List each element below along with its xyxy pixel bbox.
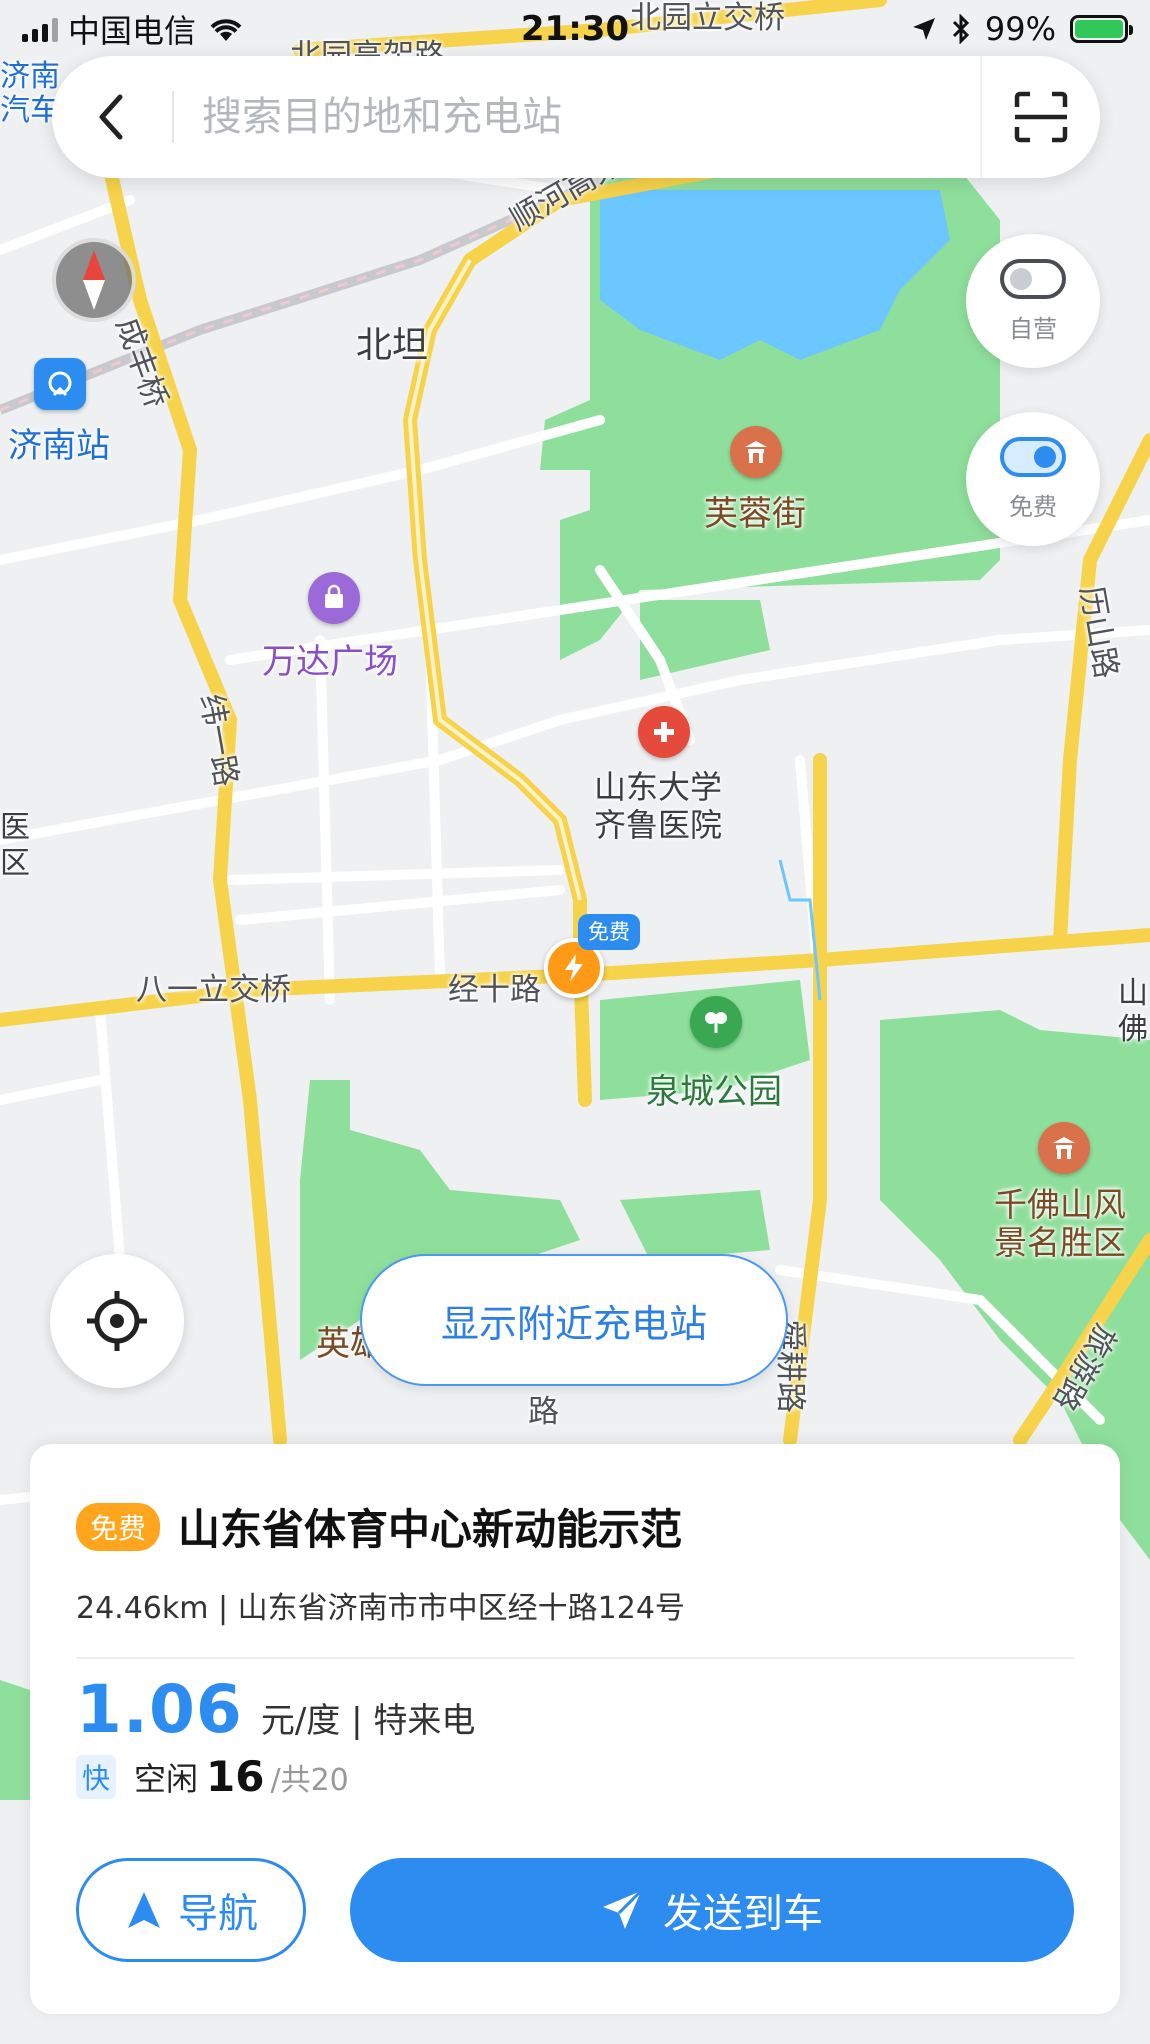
scenic-area-icon[interactable] [1038,1122,1090,1174]
map-label-jinan-car: 济南 汽车 [0,59,60,128]
station-detail-card[interactable]: 免费 山东省体育中心新动能示范 24.46km | 山东省济南市市中区经十路12… [30,1444,1120,2014]
price-unit: 元/度 | 特来电 [260,1701,476,1741]
fast-charge-badge: 快 [76,1754,117,1799]
free-label: 免费 [1009,492,1057,521]
compass-icon [83,250,105,310]
carrier-name: 中国电信 [68,12,197,50]
self-operated-switch[interactable] [1000,258,1066,299]
hospital-icon[interactable] [638,706,690,758]
bluetooth-icon [952,14,969,44]
map-label-jing-10-road: 经十路 [448,972,541,1008]
lightning-icon [565,954,583,982]
free-switch[interactable] [1000,436,1066,477]
card-divider [76,1657,1074,1659]
park-icon[interactable] [690,996,742,1048]
scenic-gate-icon[interactable] [730,426,782,478]
station-name: 山东省体育中心新动能示范 [178,1505,683,1554]
price-value: 1.06 [76,1671,243,1748]
map-label-beitan: 北坦 [356,325,429,366]
map-label-quancheng-park: 泉城公园 [646,1072,782,1112]
send-to-car-label: 发送到车 [663,1891,823,1937]
map-label-jinan-station: 济南站 [8,426,110,466]
map-label-furong-street: 芙蓉街 [704,494,806,534]
compass-button[interactable] [52,238,136,322]
map-label-wanda: 万达广场 [262,642,398,682]
self-operated-label: 自营 [1009,314,1057,343]
search-bar [52,56,1100,178]
battery-percent: 99% [984,10,1056,48]
send-to-car-button[interactable]: 发送到车 [350,1858,1074,1962]
train-station-icon[interactable] [34,358,86,410]
station-address: 24.46km | 山东省济南市市中区经十路124号 [76,1591,685,1626]
search-input[interactable] [174,94,980,140]
map-label-hospital: 山东大学 齐鲁医院 [594,768,723,844]
crosshair-icon [87,1291,147,1351]
map-label-left-edge: 医 区 [0,810,30,881]
navigation-arrow-icon [128,1892,160,1928]
idle-label: 空闲 [134,1759,199,1798]
marker-free-tag: 免费 [578,914,640,950]
idle-count: 16 [206,1752,265,1801]
show-nearby-stations-button[interactable]: 显示附近充电站 [360,1254,788,1386]
status-bar: 中国电信 21:30 99% [0,0,1150,58]
total-count: /共20 [270,1762,349,1798]
scan-button[interactable] [980,56,1100,178]
battery-icon [1070,15,1133,43]
free-badge: 免费 [76,1502,161,1551]
location-arrow-icon [912,18,935,40]
navigate-button[interactable]: 导航 [76,1858,306,1962]
map-label-lu-partial: 路 [528,1394,559,1430]
navigate-label: 导航 [178,1891,258,1937]
wifi-icon [210,19,242,41]
self-operated-toggle[interactable]: 自营 [966,234,1100,368]
scan-icon [1014,91,1068,143]
chevron-left-icon [99,94,123,140]
map-label-bayi-interchange: 八一立交桥 [136,972,291,1008]
free-toggle[interactable]: 免费 [966,412,1100,546]
locate-me-button[interactable] [50,1254,184,1388]
signal-icon [22,16,58,42]
shopping-icon[interactable] [308,572,360,624]
map-label-right-edge: 山 佛 [1118,976,1148,1047]
back-button[interactable] [52,56,172,178]
map-label-qianfoshan: 千佛山风 景名胜区 [994,1185,1126,1262]
send-icon [603,1889,643,1929]
